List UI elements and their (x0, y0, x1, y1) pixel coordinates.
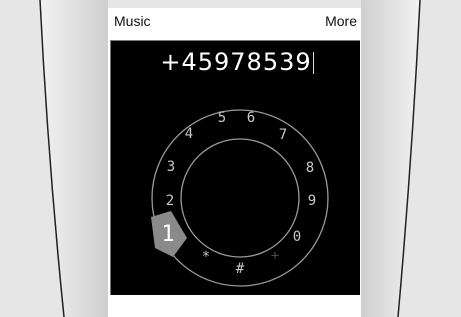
dial-key-star[interactable]: * (202, 249, 210, 265)
dial-key-hash[interactable]: # (236, 261, 245, 277)
phone-screen: Music More +45978539 1 5 6 4 7 3 8 2 9 0 (108, 8, 361, 317)
dial-digit-8[interactable]: 8 (306, 160, 314, 176)
dial-key-plus[interactable]: + (271, 248, 279, 264)
dial-inner-ring (180, 138, 300, 258)
dial-digit-2[interactable]: 2 (166, 193, 174, 209)
dial-digit-9[interactable]: 9 (308, 193, 316, 209)
softkey-more[interactable]: More (325, 13, 357, 29)
dial-digit-5[interactable]: 5 (218, 110, 226, 126)
dial-digit-7[interactable]: 7 (279, 127, 287, 143)
device-frame: Music More +45978539 1 5 6 4 7 3 8 2 9 0 (0, 0, 461, 317)
bottom-bar (108, 296, 361, 317)
softkey-music[interactable]: Music (114, 13, 151, 29)
rotary-dial[interactable]: 1 5 6 4 7 3 8 2 9 0 * # + (111, 41, 360, 295)
dial-digit-3[interactable]: 3 (167, 159, 175, 175)
rotary-dialer: +45978539 1 5 6 4 7 3 8 2 9 0 * # + (110, 40, 360, 295)
dial-outer-ring (151, 109, 329, 287)
dial-digit-6[interactable]: 6 (247, 110, 255, 126)
dial-digit-4[interactable]: 4 (185, 126, 193, 142)
dial-digit-0[interactable]: 0 (293, 229, 301, 245)
selected-digit-1[interactable]: 1 (161, 222, 174, 247)
softkey-bar: Music More (108, 8, 361, 38)
